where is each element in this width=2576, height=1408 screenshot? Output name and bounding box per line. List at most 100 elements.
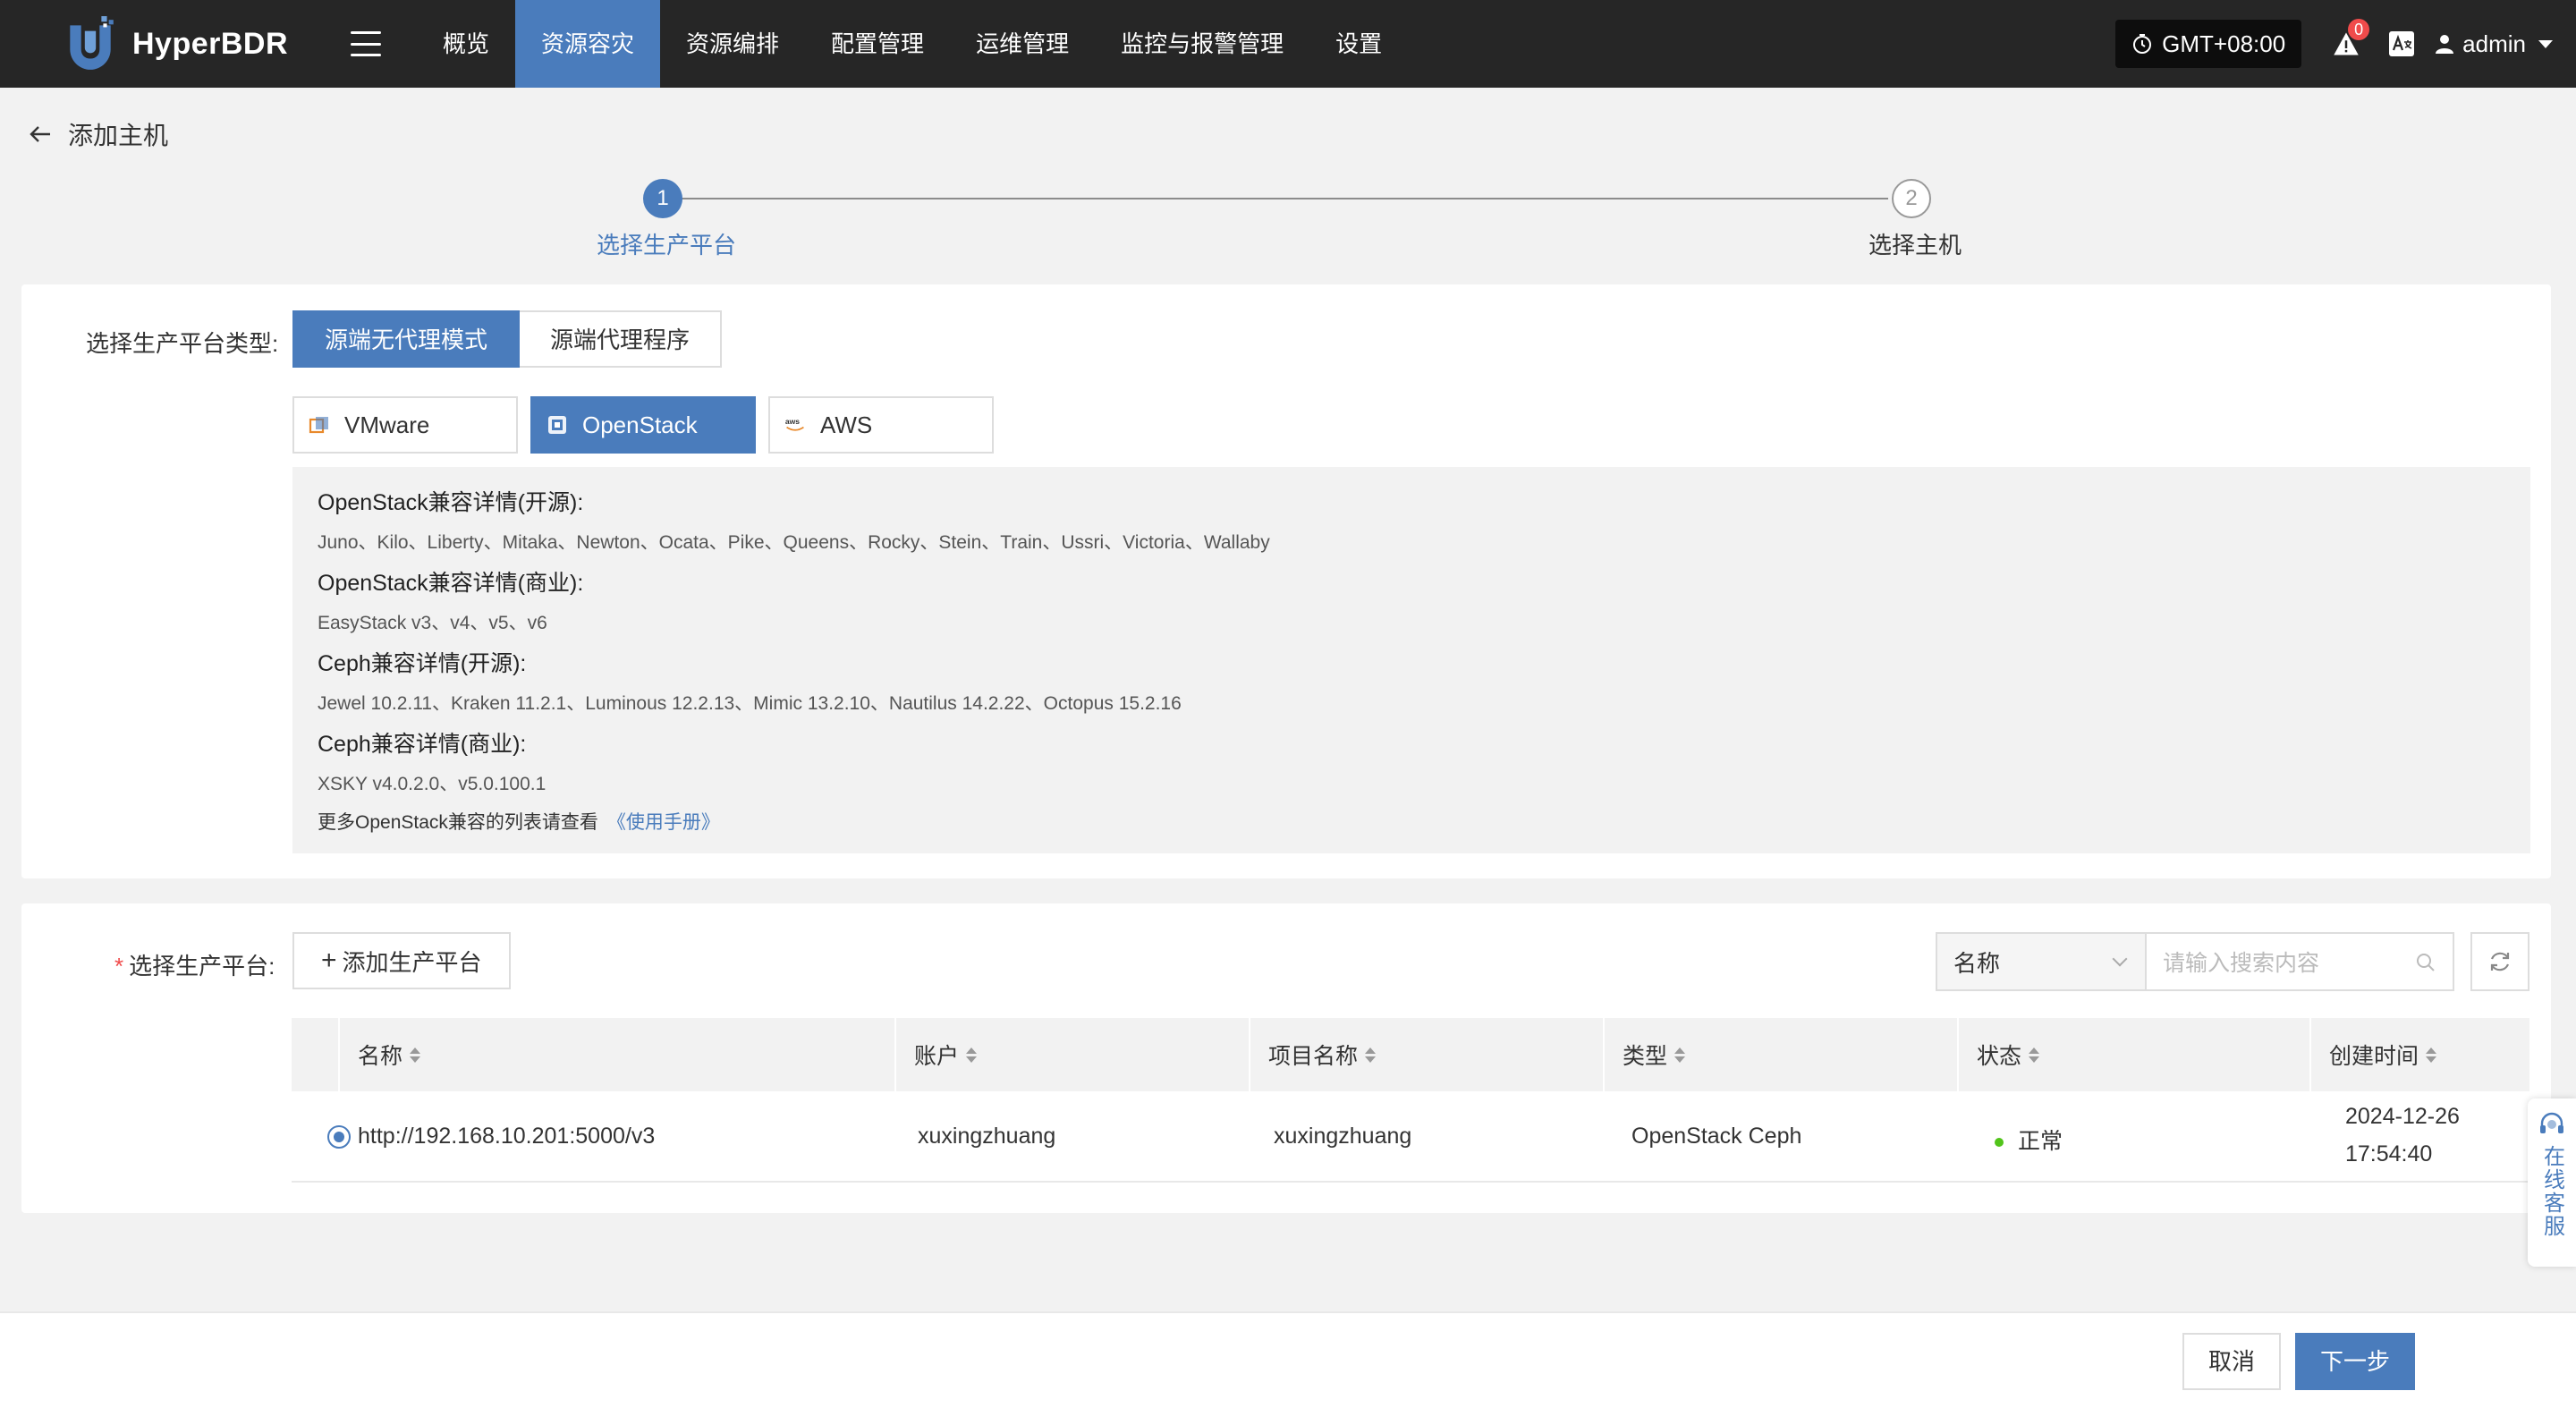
user-menu[interactable]: admin (2434, 30, 2553, 58)
platform-type-label: 选择生产平台类型: (86, 330, 279, 357)
search-field-select[interactable]: 名称 (1936, 932, 2147, 991)
sort-icon (1365, 1047, 1377, 1063)
search-placeholder: 请输入搜索内容 (2163, 951, 2320, 976)
openstack-icon (548, 416, 566, 434)
search-field-value: 名称 (1953, 949, 2001, 977)
compat-ceph-commercial-title: Ceph兼容详情(商业): (318, 732, 527, 757)
platform-select-card: * 选择生产平台: + 添加生产平台 名称 请输入搜索内容 名称 账户 项目名称 … (21, 903, 2551, 1213)
sort-icon (966, 1047, 978, 1063)
add-platform-button[interactable]: + 添加生产平台 (292, 932, 511, 989)
compat-openstack-oss-list: Juno、Kilo、Liberty、Mitaka、Newton、Ocata、Pi… (318, 532, 1270, 553)
nav-item-resource-orchestration[interactable]: 资源编排 (660, 0, 805, 88)
platform-openstack-label: OpenStack (582, 411, 698, 438)
menu-toggle-icon[interactable] (351, 31, 381, 56)
required-mark: * (114, 953, 124, 980)
plus-icon: + (321, 946, 337, 975)
compat-ceph-commercial-list: XSKY v4.0.2.0、v5.0.100.1 (318, 774, 547, 794)
search-icon (2417, 954, 2435, 971)
platform-aws-button[interactable]: aws AWS (768, 396, 994, 454)
compat-openstack-commercial-list: EasyStack v3、v4、v5、v6 (318, 613, 547, 633)
refresh-icon (2490, 952, 2510, 971)
platform-aws-label: AWS (820, 411, 873, 438)
refresh-button[interactable] (2470, 932, 2529, 991)
nav-item-overview[interactable]: 概览 (417, 0, 515, 88)
platform-vmware-button[interactable]: VMware (292, 396, 518, 454)
back-arrow-icon[interactable] (27, 121, 54, 148)
sort-icon (2426, 1047, 2437, 1063)
platform-select-label-text: 选择生产平台: (129, 953, 275, 980)
column-separator (338, 1018, 340, 1091)
sort-icon (410, 1047, 421, 1063)
column-separator (1249, 1018, 1250, 1091)
svg-text:aws: aws (785, 417, 800, 426)
clock-icon (2133, 34, 2152, 54)
timezone-label: GMT+08:00 (2162, 30, 2286, 57)
step-1-indicator: 1 (643, 179, 682, 218)
column-header-status[interactable]: 状态 (1977, 1039, 2040, 1071)
main-nav: 概览 资源容灾 资源编排 配置管理 运维管理 监控与报警管理 设置 (417, 0, 1408, 88)
header-actions: GMT+08:00 0 admin (2115, 0, 2576, 88)
platform-table: 名称 账户 项目名称 类型 状态 创建时间 http://192.168.10.… (292, 1018, 2529, 1183)
cell-created-date: 2024-12-26 (2345, 1104, 2460, 1129)
search-group: 名称 请输入搜索内容 (1936, 932, 2454, 991)
language-icon[interactable] (2387, 30, 2416, 58)
cell-name: http://192.168.10.201:5000/v3 (358, 1124, 656, 1149)
platform-options: VMware OpenStack aws AWS (292, 396, 1006, 454)
compat-ceph-oss-list: Jewel 10.2.11、Kraken 11.2.1、Luminous 12.… (318, 693, 1182, 714)
nav-item-ops[interactable]: 运维管理 (950, 0, 1095, 88)
alert-count-badge: 0 (2348, 19, 2370, 40)
column-header-name[interactable]: 名称 (358, 1039, 421, 1071)
alert-button[interactable]: 0 (2328, 19, 2370, 62)
column-header-account[interactable]: 账户 (914, 1039, 978, 1071)
step-connector (677, 198, 1888, 199)
nav-item-settings[interactable]: 设置 (1309, 0, 1408, 88)
cell-created-time: 17:54:40 (2345, 1141, 2433, 1166)
nav-item-monitoring[interactable]: 监控与报警管理 (1095, 0, 1309, 88)
platform-select-label: * 选择生产平台: (114, 948, 275, 981)
nav-item-config[interactable]: 配置管理 (805, 0, 950, 88)
status-dot (1995, 1138, 2004, 1148)
online-service-label: 在线客服 (2539, 1145, 2564, 1238)
column-separator (894, 1018, 896, 1091)
step-2-indicator: 2 (1892, 179, 1931, 218)
shield-logo-icon (70, 16, 114, 70)
sort-icon (2029, 1047, 2040, 1063)
next-button[interactable]: 下一步 (2295, 1333, 2415, 1390)
cell-type: OpenStack Ceph (1631, 1124, 1802, 1149)
vmware-icon (309, 417, 328, 434)
user-manual-link[interactable]: 《使用手册》 (607, 812, 720, 833)
compat-ceph-oss-title: Ceph兼容详情(开源): (318, 651, 527, 676)
cancel-button[interactable]: 取消 (2182, 1333, 2281, 1390)
timezone-button[interactable]: GMT+08:00 (2115, 20, 2302, 68)
online-service-button[interactable]: 在线客服 (2528, 1098, 2576, 1267)
footer-bar: 取消 下一步 (0, 1311, 2576, 1408)
platform-openstack-button[interactable]: OpenStack (530, 396, 756, 454)
cell-account: xuxingzhuang (918, 1124, 1056, 1149)
cell-project: xuxingzhuang (1274, 1124, 1412, 1149)
step-1-label: 选择生产平台 (597, 232, 737, 259)
compat-openstack-commercial-title: OpenStack兼容详情(商业): (318, 571, 584, 596)
headset-icon (2540, 1112, 2563, 1133)
page-header: 添加主机 (27, 116, 168, 152)
table-header: 名称 账户 项目名称 类型 状态 创建时间 (292, 1018, 2529, 1091)
sort-icon (1674, 1047, 1686, 1063)
mode-agent-button[interactable]: 源端代理程序 (520, 310, 723, 368)
row-select-radio[interactable] (327, 1125, 351, 1149)
compat-footer-text: 更多OpenStack兼容的列表请查看 (318, 812, 598, 833)
step-2-label: 选择主机 (1868, 232, 1962, 259)
brand[interactable]: HyperBDR (0, 0, 322, 88)
caret-down-icon (2538, 39, 2553, 48)
platform-type-card: 选择生产平台类型: 源端无代理模式 源端代理程序 VMware OpenStac… (21, 284, 2551, 878)
page-title: 添加主机 (68, 122, 169, 149)
column-header-type[interactable]: 类型 (1623, 1039, 1686, 1071)
nav-item-resource-dr[interactable]: 资源容灾 (515, 0, 661, 88)
column-separator (1957, 1018, 1959, 1091)
user-name: admin (2462, 30, 2526, 57)
column-header-created[interactable]: 创建时间 (2329, 1039, 2437, 1071)
mode-segmented-control: 源端无代理模式 源端代理程序 (292, 310, 723, 368)
table-row[interactable]: http://192.168.10.201:5000/v3 xuxingzhua… (292, 1091, 2529, 1183)
column-separator (2309, 1018, 2311, 1091)
search-input[interactable]: 请输入搜索内容 (2147, 932, 2454, 991)
column-header-project[interactable]: 项目名称 (1268, 1039, 1377, 1071)
mode-agentless-button[interactable]: 源端无代理模式 (292, 310, 521, 368)
